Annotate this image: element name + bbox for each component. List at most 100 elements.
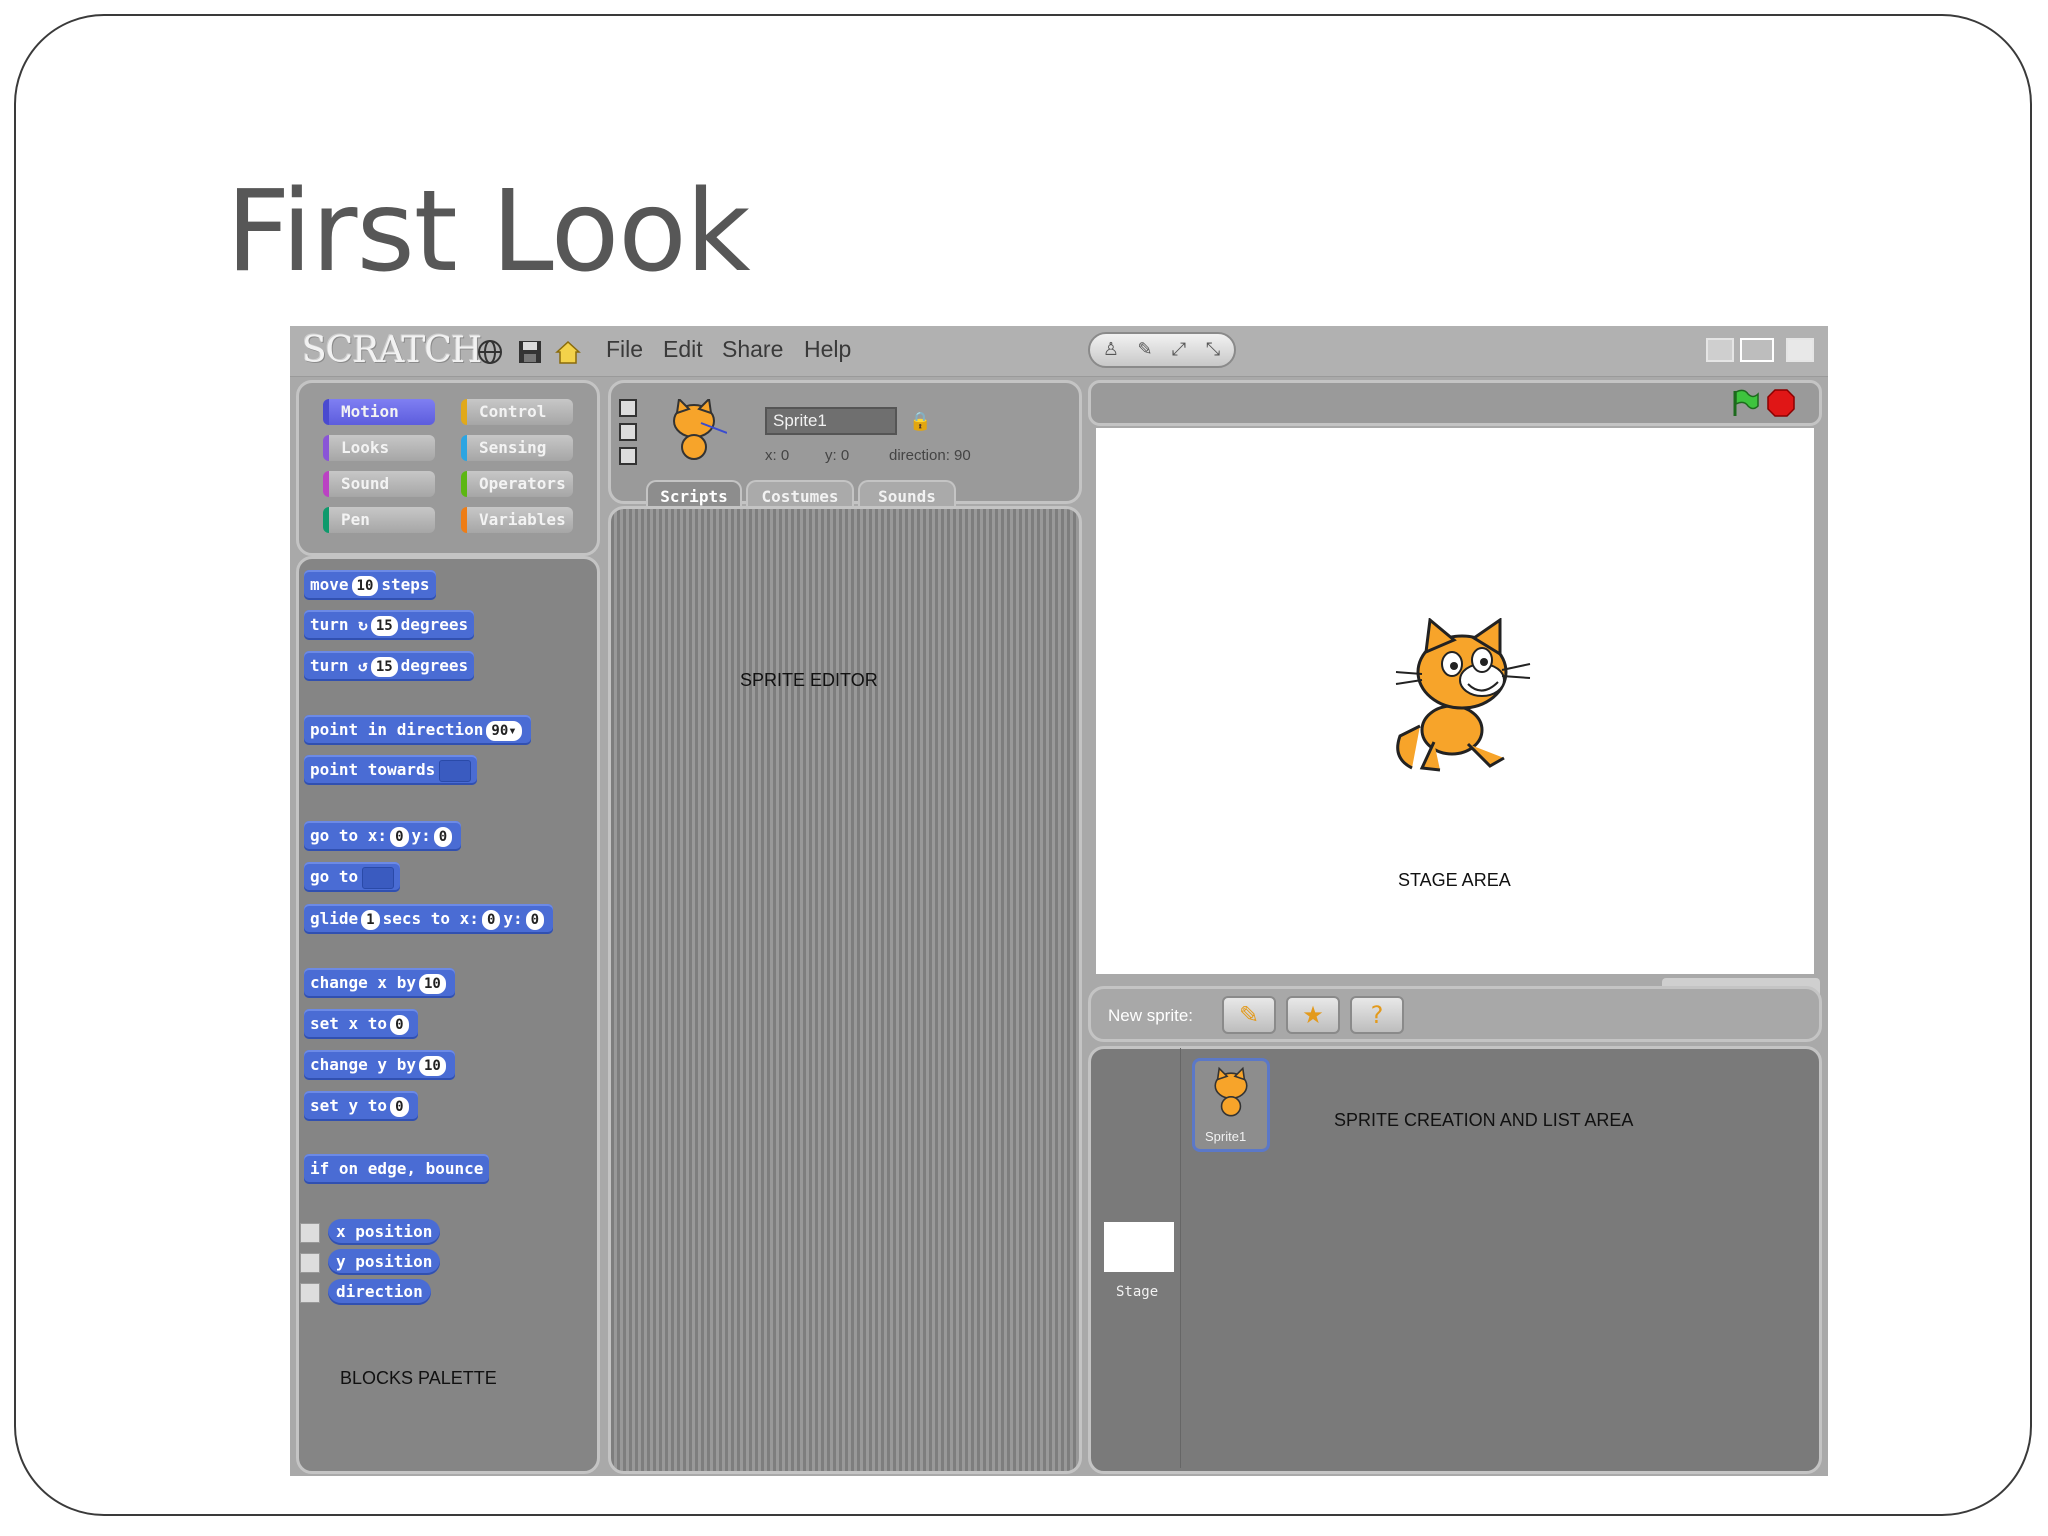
block-go-to[interactable]: go to bbox=[304, 862, 401, 892]
block-point-towards[interactable]: point towards bbox=[304, 755, 478, 785]
small-stage-icon[interactable] bbox=[1706, 338, 1734, 362]
block-input: 0 bbox=[481, 909, 501, 930]
block-text: y: bbox=[503, 909, 523, 928]
cat-icon bbox=[1214, 1066, 1248, 1117]
menu-edit[interactable]: Edit bbox=[663, 336, 703, 363]
block-text: degrees bbox=[400, 656, 469, 675]
block-point-in-direction[interactable]: point in direction 90▾ bbox=[304, 715, 531, 745]
blocks-palette-label: BLOCKS PALETTE bbox=[340, 1368, 497, 1388]
block-go-to-xy[interactable]: go to x: 0 y: 0 bbox=[304, 821, 462, 851]
menu-share[interactable]: Share bbox=[722, 336, 783, 363]
block-text: change y by bbox=[310, 1055, 416, 1074]
stage-thumbnail[interactable] bbox=[1104, 1222, 1174, 1272]
block-input: 10 bbox=[351, 575, 379, 596]
new-sprite-bar bbox=[1088, 986, 1822, 1042]
category-looks[interactable]: Looks bbox=[323, 435, 435, 461]
shrink-icon[interactable]: ⤡ bbox=[1202, 339, 1224, 361]
block-text: go to bbox=[310, 867, 359, 886]
globe-icon[interactable] bbox=[476, 338, 504, 366]
block-input: 10 bbox=[418, 1055, 446, 1076]
category-operators[interactable]: Operators bbox=[461, 471, 573, 497]
block-input: 0 bbox=[433, 826, 453, 847]
random-sprite-button[interactable]: ? bbox=[1350, 996, 1404, 1034]
menu-help[interactable]: Help bbox=[804, 336, 851, 363]
block-text: go to x: bbox=[310, 826, 388, 845]
save-icon[interactable] bbox=[516, 338, 544, 366]
block-input: 0 bbox=[390, 1014, 409, 1035]
reporter-direction[interactable]: direction bbox=[328, 1279, 431, 1305]
block-text: secs to x: bbox=[382, 909, 479, 928]
block-move[interactable]: move 10 steps bbox=[304, 570, 436, 600]
normal-stage-icon[interactable] bbox=[1740, 338, 1774, 362]
menu-file[interactable]: File bbox=[606, 336, 643, 363]
reporter-x-position[interactable]: x position bbox=[328, 1219, 441, 1245]
slide-title: First Look bbox=[226, 167, 751, 297]
block-text: turn bbox=[310, 656, 349, 675]
block-input: 15 bbox=[370, 615, 398, 636]
reporter-y-position[interactable]: y position bbox=[328, 1249, 441, 1275]
stop-sign-icon[interactable] bbox=[1766, 388, 1796, 418]
sprite1-thumbnail[interactable]: Sprite1 bbox=[1192, 1058, 1270, 1152]
block-input: 90▾ bbox=[486, 720, 522, 741]
stage-canvas[interactable]: STAGE AREA bbox=[1096, 428, 1814, 974]
block-change-x[interactable]: change x by 10 bbox=[304, 968, 455, 998]
scripts-area[interactable] bbox=[608, 506, 1082, 1474]
block-bounce[interactable]: if on edge, bounce bbox=[304, 1154, 490, 1184]
dropdown-input bbox=[439, 759, 472, 782]
block-change-y[interactable]: change y by 10 bbox=[304, 1050, 455, 1080]
tool-mode-bar: ♙ ✎ ⤢ ⤡ bbox=[1088, 332, 1236, 368]
block-set-x[interactable]: set x to 0 bbox=[304, 1009, 418, 1039]
dropdown-input bbox=[362, 866, 395, 889]
grow-icon[interactable]: ⤢ bbox=[1168, 339, 1190, 361]
checkbox-y-position[interactable] bbox=[300, 1253, 320, 1273]
delete-icon[interactable]: ✎ bbox=[1134, 339, 1156, 361]
block-input: 15 bbox=[370, 656, 398, 677]
block-text: glide bbox=[310, 909, 359, 928]
presentation-mode-icon[interactable] bbox=[1786, 338, 1814, 362]
lock-icon[interactable]: 🔒 bbox=[909, 411, 931, 432]
block-text: change x by bbox=[310, 973, 416, 992]
sprite-name-field[interactable]: Sprite1 bbox=[765, 407, 897, 435]
category-pen[interactable]: Pen bbox=[323, 507, 435, 533]
rotate-style-icon[interactable] bbox=[619, 399, 637, 417]
checkbox-x-position[interactable] bbox=[300, 1223, 320, 1243]
no-rotate-icon[interactable] bbox=[619, 447, 637, 465]
stage-column-divider bbox=[1180, 1048, 1181, 1468]
rotate-ccw-icon: ↺ bbox=[358, 656, 368, 675]
block-input: 10 bbox=[418, 973, 446, 994]
block-input: 0 bbox=[525, 909, 545, 930]
new-sprite-label: New sprite: bbox=[1108, 1006, 1194, 1025]
block-glide[interactable]: glide 1 secs to x: 0 y: 0 bbox=[304, 904, 554, 934]
duplicate-icon[interactable]: ♙ bbox=[1100, 339, 1122, 361]
flip-style-icon[interactable] bbox=[619, 423, 637, 441]
block-input: 0 bbox=[390, 1096, 409, 1117]
block-text: move bbox=[310, 575, 349, 594]
scratch-window: SCRATCH File Edit Share Help ♙ ✎ ⤢ ⤡ Mot… bbox=[290, 326, 1828, 1476]
stage-label: Stage bbox=[1116, 1284, 1159, 1300]
category-sound[interactable]: Sound bbox=[323, 471, 435, 497]
choose-sprite-file-button[interactable]: ★ bbox=[1286, 996, 1340, 1034]
category-variables[interactable]: Variables bbox=[461, 507, 573, 533]
block-text: point towards bbox=[310, 760, 436, 779]
checkbox-direction[interactable] bbox=[300, 1283, 320, 1303]
category-sensing[interactable]: Sensing bbox=[461, 435, 573, 461]
block-text: set x to bbox=[310, 1014, 388, 1033]
sprite-y-readout: y: 0 bbox=[825, 447, 850, 464]
rotate-cw-icon: ↻ bbox=[358, 615, 368, 634]
stage-area-label: STAGE AREA bbox=[1398, 870, 1511, 890]
block-text: turn bbox=[310, 615, 349, 634]
category-control[interactable]: Control bbox=[461, 399, 573, 425]
block-text: y: bbox=[411, 826, 431, 845]
block-turn-clockwise[interactable]: turn ↻ 15 degrees bbox=[304, 610, 475, 640]
share-icon[interactable] bbox=[554, 338, 582, 366]
sprite-cat-thumbnail bbox=[673, 399, 727, 460]
sprite1-label: Sprite1 bbox=[1205, 1129, 1247, 1144]
category-motion[interactable]: Motion bbox=[323, 399, 435, 425]
block-set-y[interactable]: set y to 0 bbox=[304, 1091, 418, 1121]
paint-new-sprite-button[interactable]: ✎ bbox=[1222, 996, 1276, 1034]
cat-sprite[interactable] bbox=[1382, 618, 1532, 778]
block-text: steps bbox=[381, 575, 430, 594]
green-flag-icon[interactable] bbox=[1730, 388, 1760, 418]
block-turn-counterclockwise[interactable]: turn ↺ 15 degrees bbox=[304, 651, 475, 681]
stage-header bbox=[1088, 380, 1822, 426]
